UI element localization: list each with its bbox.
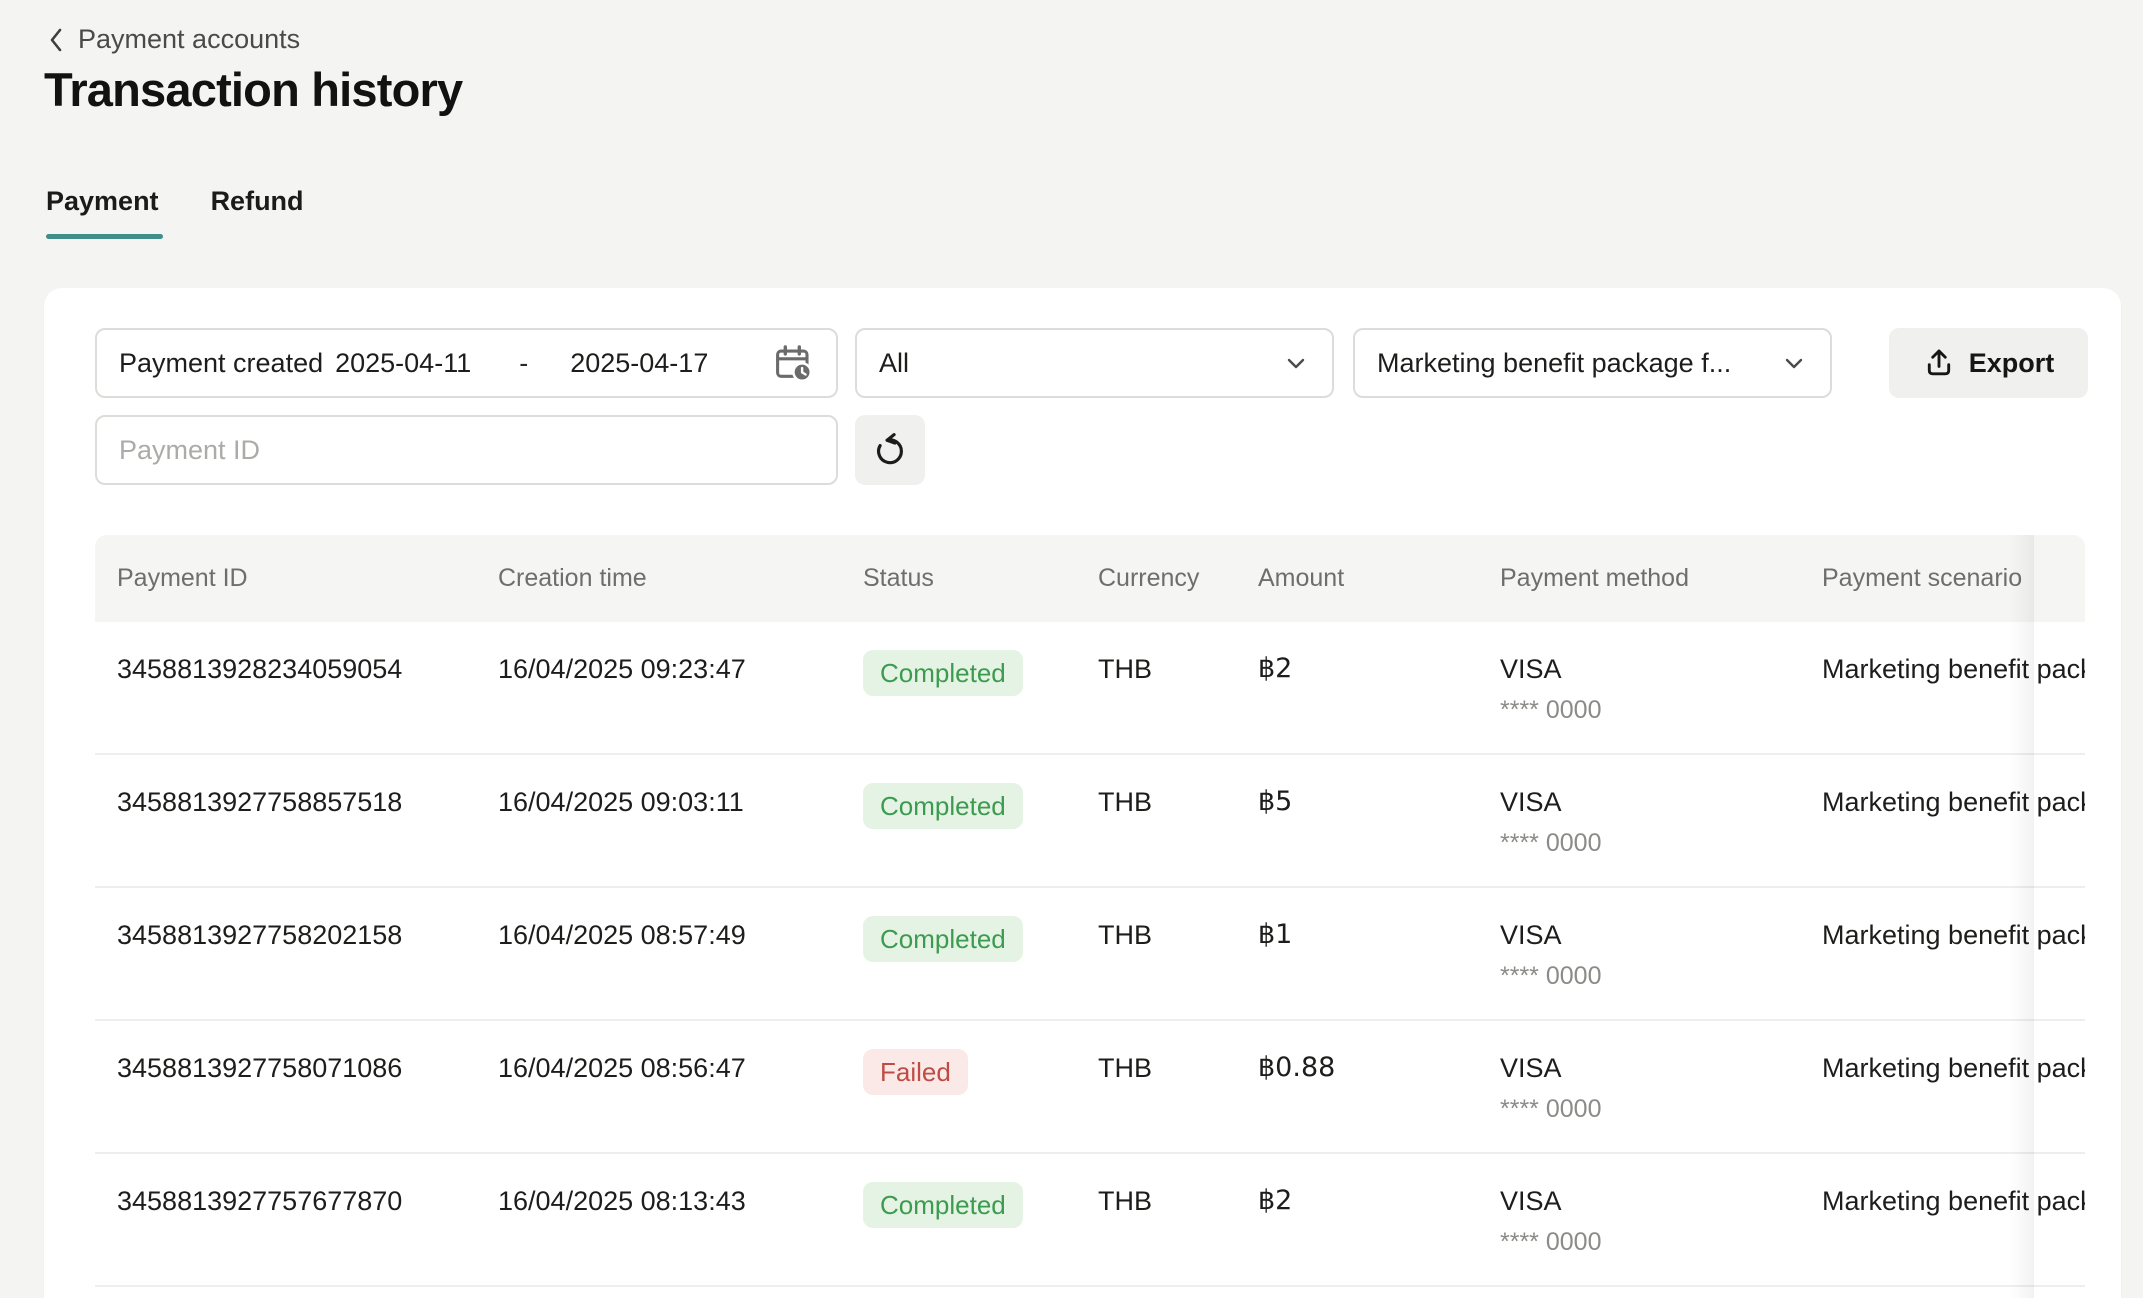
content-card: Payment created 2025-04-11 - 2025-04-17 …: [44, 288, 2121, 1298]
chevron-down-icon: [1282, 349, 1310, 377]
tab-bar: Payment Refund: [46, 182, 308, 239]
status-badge: Completed: [863, 1182, 1023, 1228]
date-range-end: 2025-04-17: [570, 348, 708, 379]
cell-creation-time: 16/04/2025 08:56:47: [478, 1049, 843, 1087]
cell-amount: ฿0.88: [1238, 1049, 1480, 1087]
payment-method-card: **** 0000: [1500, 694, 1786, 726]
table-row[interactable]: 3458813927758857518 16/04/2025 09:03:11 …: [95, 755, 2085, 888]
col-header-payment-id: Payment ID: [95, 564, 478, 593]
cell-payment-scenario: Marketing benefit package f...: [1802, 650, 2085, 688]
payment-method-brand: VISA: [1500, 1049, 1786, 1087]
col-header-creation-time: Creation time: [478, 564, 843, 593]
cell-payment-scenario: Marketing benefit package f...: [1802, 1182, 2085, 1220]
transactions-table: Payment ID Creation time Status Currency…: [95, 535, 2085, 1298]
cell-creation-time: 16/04/2025 09:23:47: [478, 650, 843, 688]
refresh-icon: [871, 431, 909, 469]
transaction-history-page: Payment accounts Transaction history Pay…: [0, 0, 2143, 1298]
col-header-currency: Currency: [1078, 564, 1238, 593]
cell-payment-id: 3458813927758857518: [95, 783, 478, 821]
reset-filters-button[interactable]: [855, 415, 925, 485]
chevron-left-icon: [46, 25, 66, 55]
payment-method-card: **** 0000: [1500, 1093, 1786, 1125]
export-button[interactable]: Export: [1889, 328, 2088, 398]
status-filter-select[interactable]: All: [855, 328, 1334, 398]
payment-method-brand: VISA: [1500, 650, 1786, 688]
cell-payment-scenario: Marketing benefit package f...: [1802, 1049, 2085, 1087]
scenario-filter-value: Marketing benefit package f...: [1377, 348, 1731, 379]
cell-currency: THB: [1078, 1049, 1238, 1087]
cell-payment-id: 3458813927758071086: [95, 1049, 478, 1087]
cell-creation-time: 16/04/2025 09:03:11: [478, 783, 843, 821]
cell-payment-id: 3458813927758202158: [95, 916, 478, 954]
cell-currency: THB: [1078, 1182, 1238, 1220]
status-badge: Failed: [863, 1049, 968, 1095]
date-range-start: 2025-04-11: [335, 348, 471, 379]
payment-method-card: **** 0000: [1500, 960, 1786, 992]
table-row[interactable]: 3458813927758071086 16/04/2025 08:56:47 …: [95, 1021, 2085, 1154]
payment-method-card: **** 0000: [1500, 1226, 1786, 1258]
cell-payment-method: VISA **** 0000: [1480, 1182, 1802, 1258]
cell-amount: ฿5: [1238, 783, 1480, 821]
cell-payment-id: 3458813928234059054: [95, 650, 478, 688]
page-title: Transaction history: [44, 62, 462, 117]
cell-amount: ฿1: [1238, 916, 1480, 954]
payment-id-input[interactable]: [95, 415, 838, 485]
scenario-filter-select[interactable]: Marketing benefit package f...: [1353, 328, 1832, 398]
cell-amount: ฿2: [1238, 1182, 1480, 1220]
tab-refund[interactable]: Refund: [211, 182, 308, 239]
cell-payment-method: VISA **** 0000: [1480, 916, 1802, 992]
status-badge: Completed: [863, 650, 1023, 696]
payment-method-brand: VISA: [1500, 783, 1786, 821]
calendar-clock-icon: [772, 342, 814, 384]
export-button-label: Export: [1969, 348, 2055, 379]
table-row[interactable]: 3458813927758202158 16/04/2025 08:57:49 …: [95, 888, 2085, 1021]
cell-payment-id: 3458813927757677870: [95, 1182, 478, 1220]
cell-payment-scenario: Marketing benefit package f...: [1802, 783, 2085, 821]
cell-payment-method: VISA **** 0000: [1480, 1049, 1802, 1125]
payment-method-brand: VISA: [1500, 916, 1786, 954]
payment-method-card: **** 0000: [1500, 827, 1786, 859]
col-header-payment-scenario: Payment scenario: [1802, 564, 2085, 593]
table-row[interactable]: 3458813927757677870 16/04/2025 08:13:43 …: [95, 1154, 2085, 1287]
cell-creation-time: 16/04/2025 08:13:43: [478, 1182, 843, 1220]
cell-currency: THB: [1078, 650, 1238, 688]
upload-icon: [1923, 347, 1955, 379]
cell-payment-method: VISA **** 0000: [1480, 783, 1802, 859]
date-range-separator: -: [519, 348, 528, 379]
cell-payment-method: VISA **** 0000: [1480, 650, 1802, 726]
breadcrumb[interactable]: Payment accounts: [46, 24, 300, 55]
tab-payment[interactable]: Payment: [46, 182, 163, 239]
cell-payment-scenario: Marketing benefit package f...: [1802, 916, 2085, 954]
breadcrumb-label: Payment accounts: [78, 24, 300, 55]
col-header-payment-method: Payment method: [1480, 564, 1802, 593]
status-badge: Completed: [863, 783, 1023, 829]
table-header-row: Payment ID Creation time Status Currency…: [95, 535, 2085, 622]
col-header-status: Status: [843, 564, 1078, 593]
table-row[interactable]: 3458813928234059054 16/04/2025 09:23:47 …: [95, 622, 2085, 755]
cell-creation-time: 16/04/2025 08:57:49: [478, 916, 843, 954]
payment-method-brand: VISA: [1500, 1182, 1786, 1220]
chevron-down-icon: [1780, 349, 1808, 377]
cell-currency: THB: [1078, 783, 1238, 821]
cell-currency: THB: [1078, 916, 1238, 954]
col-header-amount: Amount: [1238, 564, 1480, 593]
date-range-picker[interactable]: Payment created 2025-04-11 - 2025-04-17: [95, 328, 838, 398]
date-range-label: Payment created: [119, 348, 323, 379]
status-filter-value: All: [879, 348, 909, 379]
cell-amount: ฿2: [1238, 650, 1480, 688]
status-badge: Completed: [863, 916, 1023, 962]
